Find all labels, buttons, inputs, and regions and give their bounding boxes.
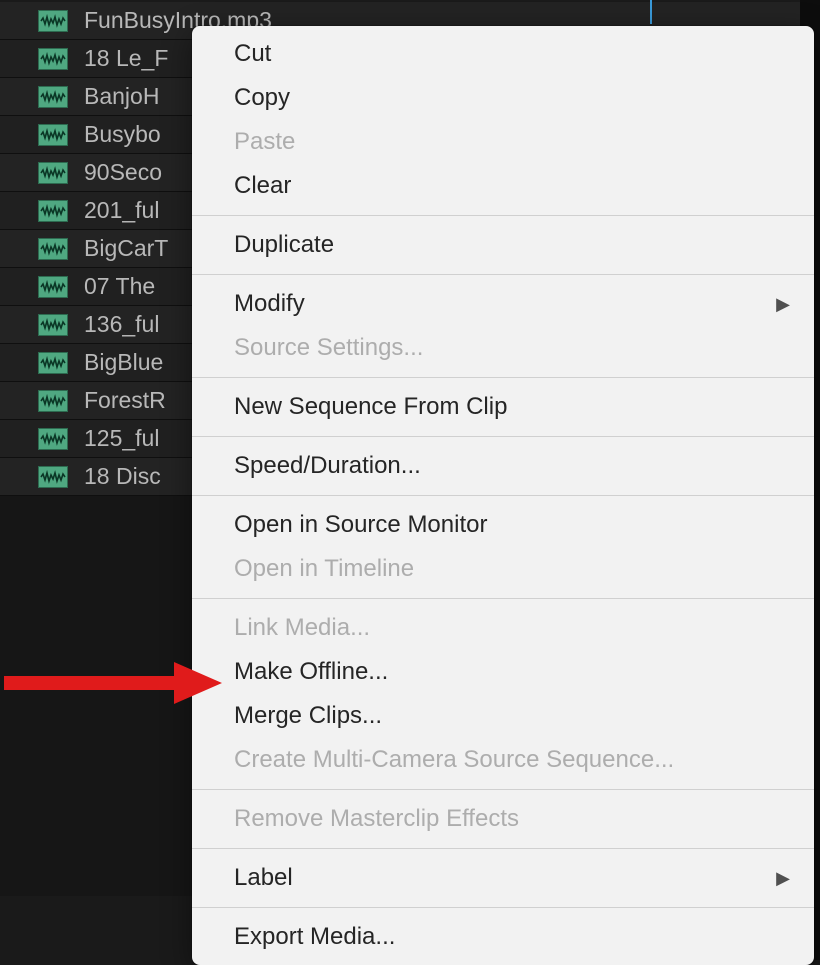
menu-item-source-settings: Source Settings...: [192, 326, 814, 370]
menu-item-remove-masterclip-effects: Remove Masterclip Effects: [192, 797, 814, 841]
menu-separator: [192, 598, 814, 599]
menu-separator: [192, 436, 814, 437]
menu-item-label: Source Settings...: [234, 330, 423, 366]
menu-item-label: Remove Masterclip Effects: [234, 801, 519, 837]
menu-item-modify[interactable]: Modify ▶: [192, 282, 814, 326]
file-name-label: BanjoH: [84, 83, 159, 110]
menu-item-label: Export Media...: [234, 919, 395, 955]
menu-item-label[interactable]: Label ▶: [192, 856, 814, 900]
file-name-label: 18 Le_F: [84, 45, 168, 72]
submenu-arrow-icon: ▶: [776, 865, 790, 892]
menu-item-cut[interactable]: Cut: [192, 32, 814, 76]
menu-item-label: Create Multi-Camera Source Sequence...: [234, 742, 674, 778]
file-name-label: 07 The: [84, 273, 155, 300]
file-name-label: Busybo: [84, 121, 161, 148]
audio-clip-icon: [38, 10, 68, 32]
menu-item-label: Make Offline...: [234, 654, 388, 690]
audio-clip-icon: [38, 390, 68, 412]
menu-separator: [192, 848, 814, 849]
audio-clip-icon: [38, 428, 68, 450]
menu-item-paste: Paste: [192, 120, 814, 164]
menu-item-label: Speed/Duration...: [234, 448, 421, 484]
audio-clip-icon: [38, 276, 68, 298]
file-name-label: 136_ful: [84, 311, 159, 338]
timeline-playhead: [650, 0, 652, 24]
menu-item-create-multi-camera-source-sequence: Create Multi-Camera Source Sequence...: [192, 738, 814, 782]
file-name-label: BigCarT: [84, 235, 168, 262]
menu-item-label: Duplicate: [234, 227, 334, 263]
menu-item-label: Link Media...: [234, 610, 370, 646]
menu-item-new-sequence-from-clip[interactable]: New Sequence From Clip: [192, 385, 814, 429]
menu-item-open-in-timeline: Open in Timeline: [192, 547, 814, 591]
menu-separator: [192, 495, 814, 496]
annotation-arrow: [4, 660, 222, 711]
menu-separator: [192, 274, 814, 275]
menu-item-label: Cut: [234, 36, 271, 72]
menu-item-label: Clear: [234, 168, 291, 204]
menu-item-label: Merge Clips...: [234, 698, 382, 734]
menu-item-label: Open in Source Monitor: [234, 507, 487, 543]
audio-clip-icon: [38, 238, 68, 260]
audio-clip-icon: [38, 200, 68, 222]
menu-item-label: Copy: [234, 80, 290, 116]
menu-item-make-offline[interactable]: Make Offline...: [192, 650, 814, 694]
menu-separator: [192, 215, 814, 216]
file-name-label: 18 Disc: [84, 463, 161, 490]
menu-item-merge-clips[interactable]: Merge Clips...: [192, 694, 814, 738]
menu-item-label: Paste: [234, 124, 295, 160]
menu-item-label: Modify: [234, 286, 305, 322]
menu-item-clear[interactable]: Clear: [192, 164, 814, 208]
audio-clip-icon: [38, 162, 68, 184]
audio-clip-icon: [38, 314, 68, 336]
audio-clip-icon: [38, 124, 68, 146]
file-name-label: BigBlue: [84, 349, 163, 376]
file-name-label: 125_ful: [84, 425, 159, 452]
menu-separator: [192, 377, 814, 378]
menu-item-label: New Sequence From Clip: [234, 389, 507, 425]
menu-separator: [192, 907, 814, 908]
context-menu: Cut Copy Paste Clear Duplicate Modify ▶ Source …: [192, 26, 814, 965]
file-name-label: 90Seco: [84, 159, 162, 186]
menu-item-copy[interactable]: Copy: [192, 76, 814, 120]
audio-clip-icon: [38, 466, 68, 488]
menu-item-link-media: Link Media...: [192, 606, 814, 650]
file-name-label: 201_ful: [84, 197, 159, 224]
submenu-arrow-icon: ▶: [776, 291, 790, 318]
menu-item-duplicate[interactable]: Duplicate: [192, 223, 814, 267]
menu-item-export-media[interactable]: Export Media...: [192, 915, 814, 959]
audio-clip-icon: [38, 48, 68, 70]
menu-item-open-in-source-monitor[interactable]: Open in Source Monitor: [192, 503, 814, 547]
audio-clip-icon: [38, 352, 68, 374]
menu-item-speed-duration[interactable]: Speed/Duration...: [192, 444, 814, 488]
menu-separator: [192, 789, 814, 790]
audio-clip-icon: [38, 86, 68, 108]
menu-item-label: Open in Timeline: [234, 551, 414, 587]
menu-item-label: Label: [234, 860, 293, 896]
file-name-label: ForestR: [84, 387, 166, 414]
